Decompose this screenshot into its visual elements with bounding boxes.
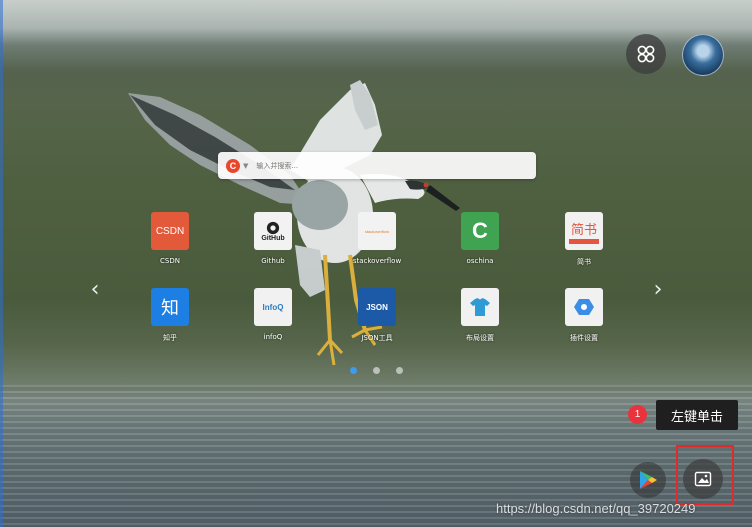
json-icon: JSON — [358, 288, 396, 326]
shortcut-layout-settings[interactable]: 布局设置 — [450, 288, 510, 343]
jianshu-icon: 简书 — [565, 212, 603, 250]
instruction-tooltip: 左键单击 — [656, 400, 738, 430]
shortcut-label: CSDN — [160, 257, 180, 265]
octocat-icon — [266, 221, 280, 234]
page-dot-2[interactable] — [373, 367, 380, 374]
github-icon: GitHub — [254, 212, 292, 250]
hexagon-plugin-glyph — [574, 299, 594, 315]
shortcut-label: 插件设置 — [570, 334, 598, 342]
shortcut-csdn[interactable]: CSDN CSDN — [140, 212, 200, 265]
stackoverflow-icon: stackoverflow — [358, 212, 396, 250]
shortcut-label: JSON工具 — [361, 334, 393, 342]
plugin-icon — [565, 288, 603, 326]
window-edge — [0, 0, 3, 527]
app-store-button[interactable] — [630, 462, 666, 498]
play-store-icon — [640, 471, 657, 489]
shortcut-github[interactable]: GitHub Github — [243, 212, 303, 265]
csdn-icon: CSDN — [151, 212, 189, 250]
search-input[interactable] — [254, 151, 536, 180]
grid-icon — [637, 45, 655, 63]
page-dot-1[interactable] — [350, 367, 357, 374]
page-dot-3[interactable] — [396, 367, 403, 374]
shortcut-zhihu[interactable]: 知 知乎 — [140, 288, 200, 343]
engine-dropdown-icon[interactable]: ▼ — [243, 162, 248, 170]
search-engine-icon[interactable]: C — [226, 158, 240, 173]
shortcut-label: 知乎 — [163, 334, 177, 342]
step-badge: 1 — [628, 405, 647, 424]
shortcut-stackoverflow[interactable]: stackoverflow stackoverflow — [347, 212, 407, 265]
shortcut-label: 布局设置 — [466, 334, 494, 342]
page-indicator — [350, 367, 403, 374]
apps-menu-button[interactable] — [626, 34, 666, 74]
shortcut-plugin-settings[interactable]: 插件设置 — [554, 288, 614, 343]
zhihu-icon: 知 — [151, 288, 189, 326]
shirt-icon — [461, 288, 499, 326]
user-avatar[interactable] — [682, 34, 724, 76]
shortcut-oschina[interactable]: C oschina — [450, 212, 510, 265]
search-bar: C ▼ — [218, 151, 536, 180]
shortcut-label: 简书 — [577, 258, 591, 266]
shortcut-label: oschina — [466, 257, 494, 265]
watermark-url: https://blog.csdn.net/qq_39720249 — [496, 501, 696, 516]
shortcut-infoq[interactable]: InfoQ infoQ — [243, 288, 303, 341]
tshirt-glyph — [470, 298, 490, 316]
next-page-arrow[interactable]: › — [648, 278, 668, 302]
shortcut-json-tool[interactable]: JSON JSON工具 — [347, 288, 407, 343]
shortcut-label: infoQ — [263, 333, 283, 341]
shortcut-label: stackoverflow — [352, 257, 402, 265]
oschina-icon: C — [461, 212, 499, 250]
prev-page-arrow[interactable]: ‹ — [85, 278, 105, 302]
highlight-box — [676, 445, 734, 505]
shortcut-jianshu[interactable]: 简书 简书 — [554, 212, 614, 267]
shortcut-label: Github — [261, 257, 285, 265]
infoq-icon: InfoQ — [254, 288, 292, 326]
